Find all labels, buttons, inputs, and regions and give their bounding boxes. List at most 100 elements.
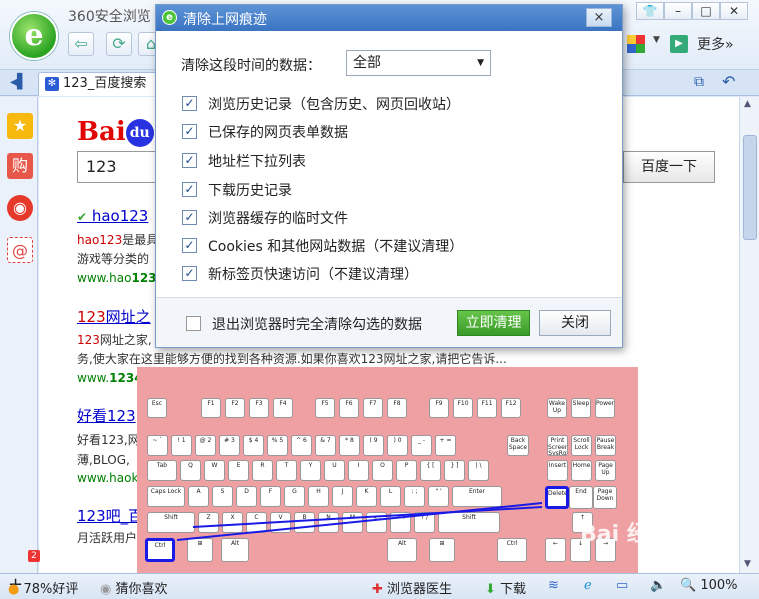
- guess-label: 猜你喜欢: [115, 582, 168, 597]
- zoom-item[interactable]: 🔍 100%: [680, 578, 738, 593]
- result-url[interactable]: www.haok: [77, 471, 138, 485]
- weibo-icon[interactable]: ◉: [7, 195, 33, 221]
- result-desc: 月活跃用户: [77, 531, 138, 545]
- result-desc-text: 网址之家,: [99, 333, 152, 347]
- rating-item[interactable]: ● 78%好评: [8, 578, 78, 597]
- vertical-scrollbar[interactable]: ▲ ▼: [739, 97, 759, 573]
- browser-logo-icon: e: [162, 10, 177, 25]
- watermark-text: Bai 经验: [580, 522, 671, 547]
- cross-icon: ✚: [372, 582, 383, 597]
- more-link[interactable]: 更多»: [697, 34, 734, 54]
- back-button[interactable]: ⇦: [68, 32, 94, 56]
- option-label: 退出浏览器时完全清除勾选的数据: [212, 317, 422, 333]
- time-range-select[interactable]: 全部 ▼: [346, 50, 491, 76]
- mail-icon[interactable]: @: [7, 237, 33, 263]
- status-bar: + 2 ● 78%好评 ◉ 猜你喜欢 ✚ 浏览器医生 ⬇ 下载 ≋ ℯ ▭ 🔈 …: [0, 550, 759, 599]
- checkbox-checked[interactable]: ✓: [182, 210, 197, 225]
- clean-now-button[interactable]: 立即清理: [457, 310, 530, 336]
- result-desc-hl: 123: [77, 333, 100, 347]
- ie-icon[interactable]: ℯ: [584, 578, 592, 593]
- scroll-down-icon[interactable]: ▼: [744, 559, 751, 569]
- doctor-label: 浏览器医生: [387, 582, 453, 597]
- baidu-watermark: Bai 经验: [580, 516, 671, 548]
- result-title-text: 网址之: [105, 308, 151, 326]
- result-desc: 123网址之家,: [77, 331, 152, 348]
- zoom-label: 100%: [700, 578, 738, 593]
- chevron-down-icon: ▼: [477, 58, 484, 68]
- option-label: 下载历史记录: [208, 183, 292, 199]
- option-label: 浏览历史记录（包含历史、网页回收站）: [208, 97, 460, 113]
- result-url-hl: 123: [131, 271, 157, 285]
- checkbox-unchecked[interactable]: [186, 316, 201, 331]
- skin-icon[interactable]: 👕: [636, 2, 664, 20]
- notification-badge: 2: [28, 550, 40, 562]
- result-desc-line2: 务,使大家在这里能够方便的找到各种资源.如果你喜欢123网址之家,请把它告诉..…: [77, 352, 507, 366]
- checkbox-checked[interactable]: ✓: [182, 238, 197, 253]
- result-desc-hl: hao123: [77, 233, 123, 247]
- option-label: 已保存的网页表单数据: [208, 125, 348, 141]
- result-title[interactable]: 123网址之: [77, 306, 151, 327]
- sidebar-toggle-icon[interactable]: ◂▌: [10, 74, 28, 90]
- arrow-line: [192, 506, 543, 528]
- option-label: 地址栏下拉列表: [208, 154, 306, 170]
- checkbox-checked[interactable]: ✓: [182, 96, 197, 111]
- scroll-up-icon[interactable]: ▲: [744, 99, 751, 109]
- doctor-item[interactable]: ✚ 浏览器医生: [372, 578, 452, 597]
- download-item[interactable]: ⬇ 下载: [485, 578, 526, 597]
- close-window-button[interactable]: ✕: [720, 2, 748, 20]
- scroll-thumb[interactable]: [743, 135, 757, 240]
- minimize-button[interactable]: –: [664, 2, 692, 20]
- rating-label: 78%好评: [23, 582, 79, 597]
- result-url-prefix: www.hao: [77, 271, 132, 285]
- apps-icon[interactable]: [627, 35, 645, 53]
- window-title: 360安全浏览: [68, 9, 151, 25]
- result-title[interactable]: 好看123: [77, 405, 136, 426]
- window-icon[interactable]: ▭: [616, 578, 628, 593]
- option-label: 浏览器缓存的临时文件: [208, 211, 348, 227]
- favorites-star-icon[interactable]: ★: [7, 113, 33, 139]
- close-button[interactable]: 关闭: [539, 310, 611, 336]
- result-desc-line2: 薄,BLOG,: [77, 453, 130, 467]
- result-title[interactable]: 123吧_百: [77, 505, 143, 526]
- option-label: Cookies 和其他网站数据（不建议清理）: [208, 239, 464, 255]
- baidu-logo[interactable]: Bai du: [77, 117, 154, 147]
- search-button[interactable]: 百度一下: [623, 151, 715, 183]
- verified-check-icon: ✔: [77, 210, 88, 224]
- result-title-text: hao123: [91, 207, 149, 225]
- baidu-paw-icon: ✻: [45, 77, 59, 91]
- result-title[interactable]: ✔ hao123: [77, 207, 148, 225]
- range-label: 清除这段时间的数据：: [181, 58, 321, 74]
- download-label: 下载: [500, 582, 527, 597]
- checkbox-checked[interactable]: ✓: [182, 153, 197, 168]
- result-url[interactable]: www.hao123.: [77, 271, 160, 285]
- undo-close-icon[interactable]: ↶: [722, 72, 735, 91]
- dialog-title: 清除上网痕迹: [183, 12, 267, 28]
- guess-item[interactable]: ◉ 猜你喜欢: [100, 578, 168, 597]
- result-desc: hao123是最具: [77, 231, 158, 248]
- maximize-button[interactable]: □: [692, 2, 720, 20]
- refresh-button[interactable]: ⟳: [106, 32, 132, 56]
- result-desc-line2: 游戏等分类的: [77, 252, 150, 266]
- speed-icon[interactable]: ≋: [548, 578, 559, 593]
- checkbox-checked[interactable]: ✓: [182, 266, 197, 281]
- arrow-lines: [176, 502, 543, 541]
- new-tab-icon[interactable]: ⧉: [694, 74, 704, 90]
- chevron-down-icon[interactable]: ▼: [653, 35, 671, 53]
- shopping-icon[interactable]: 购: [7, 153, 33, 179]
- clear-traces-dialog: e 清除上网痕迹 × 清除这段时间的数据： 全部 ▼ ✓ 浏览历史记录（包含历史…: [155, 4, 623, 348]
- dialog-close-button[interactable]: ×: [586, 8, 612, 27]
- magnifier-icon: 🔍: [680, 578, 697, 593]
- dialog-header: e 清除上网痕迹 ×: [156, 5, 622, 31]
- volume-icon[interactable]: 🔈: [650, 578, 666, 593]
- keyboard-image: Esc F1 F2 F3 F4 F5 F6 F7 F8 F9 F10 F11 F12 Wake Up Sle…: [137, 367, 638, 573]
- download-arrow-icon: ⬇: [485, 582, 496, 597]
- checkbox-checked[interactable]: ✓: [182, 124, 197, 139]
- tab-label: 123_百度搜索: [63, 76, 147, 91]
- video-icon[interactable]: ▶: [670, 35, 688, 53]
- browser-logo-icon[interactable]: e: [10, 12, 58, 60]
- checkbox-checked[interactable]: ✓: [182, 182, 197, 197]
- result-desc: 好看123,网: [77, 433, 140, 447]
- result-url[interactable]: www.1234: [77, 371, 143, 385]
- range-value: 全部: [353, 55, 381, 71]
- option-label: 新标签页快速访问（不建议清理）: [208, 267, 418, 283]
